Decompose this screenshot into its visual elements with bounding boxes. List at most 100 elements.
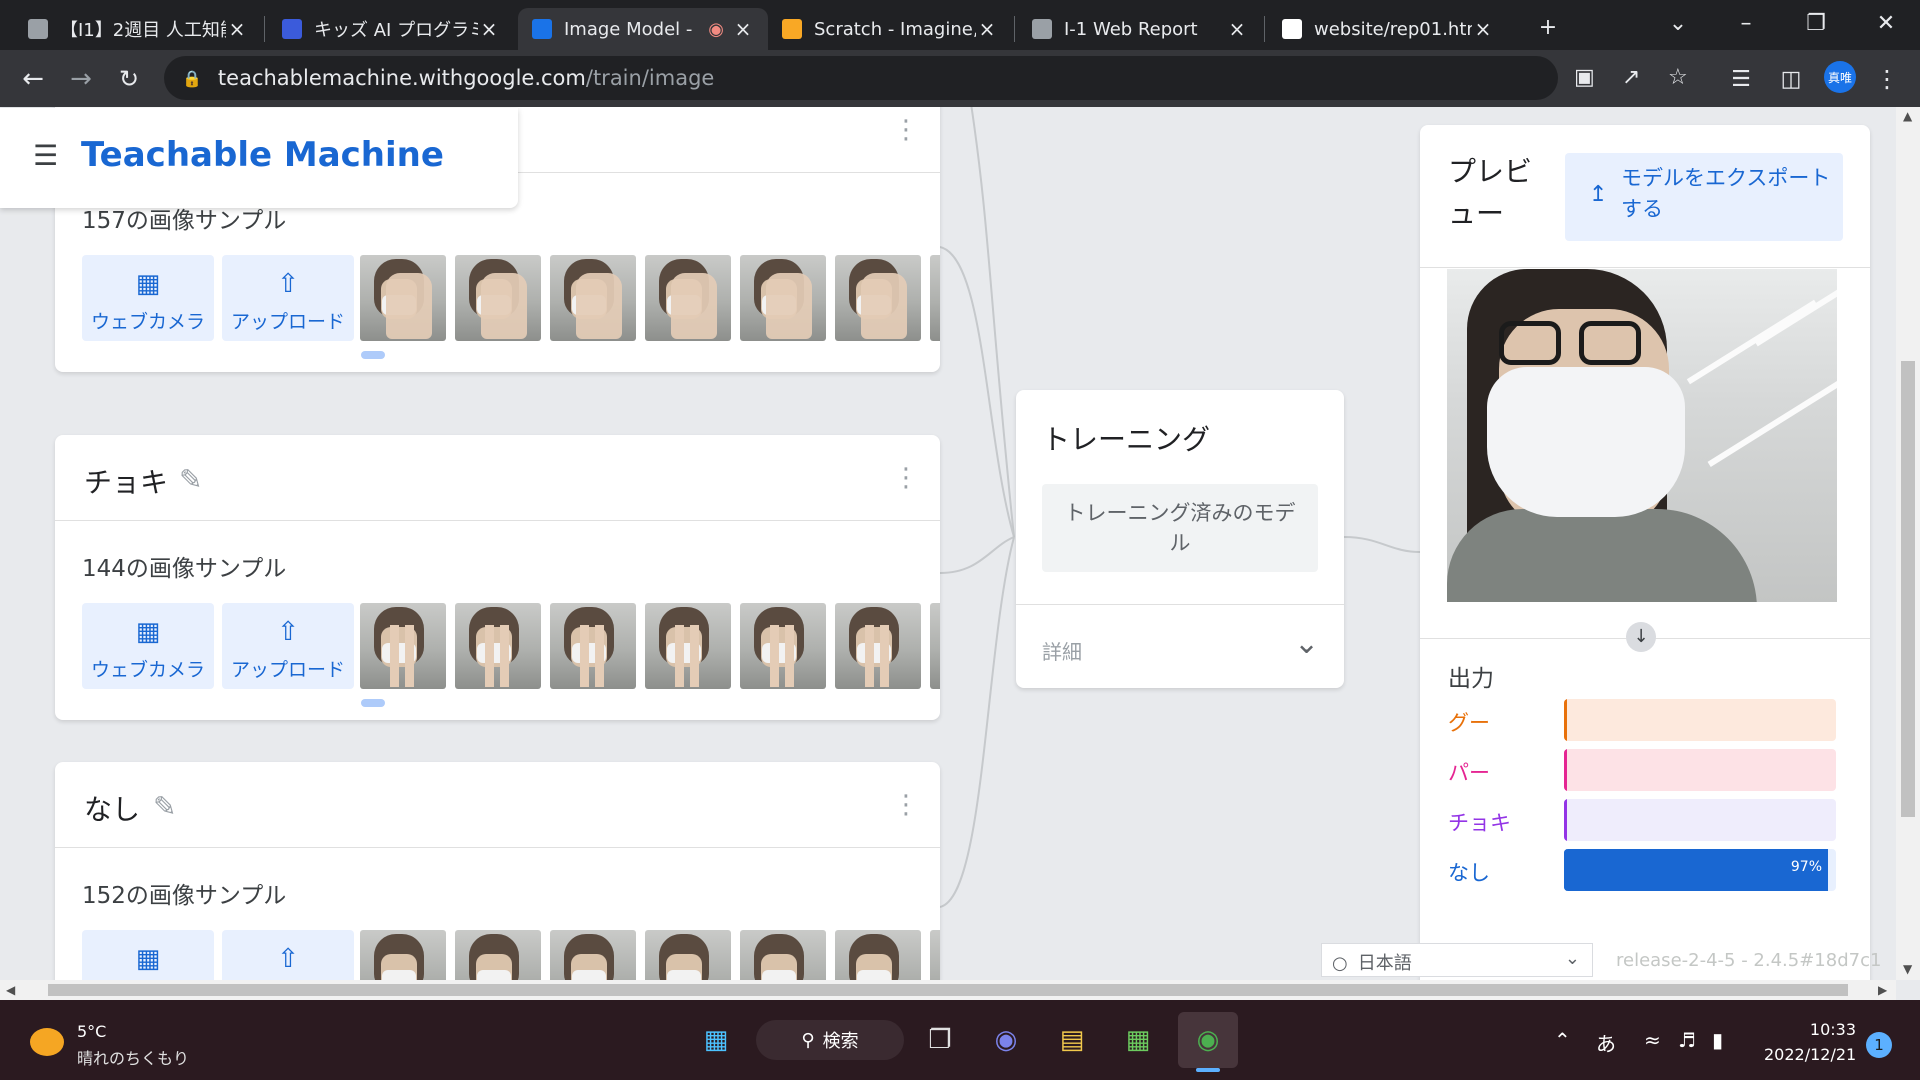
edit-pencil-icon[interactable]: ✎ — [153, 790, 176, 823]
close-tab-icon[interactable]: × — [1226, 17, 1248, 41]
sample-thumbnail[interactable] — [550, 603, 636, 689]
sample-thumbnail[interactable] — [740, 255, 826, 341]
scroll-up-icon[interactable]: ▲ — [1903, 109, 1912, 123]
close-tab-icon[interactable]: × — [226, 17, 248, 41]
forward-icon[interactable]: → — [62, 60, 100, 98]
back-icon[interactable]: ← — [14, 60, 52, 98]
webcam-label: ウェブカメラ — [90, 311, 205, 333]
class-menu-icon[interactable]: ⋮ — [893, 115, 919, 145]
details-label[interactable]: 詳細 — [1042, 636, 1082, 665]
browser-tab[interactable]: キッズ AI プログラミング× — [268, 8, 514, 50]
thumbnail-scroll-indicator[interactable] — [361, 351, 385, 359]
share-icon[interactable]: ↗ — [1622, 65, 1640, 90]
notification-badge[interactable]: 1 — [1866, 1032, 1892, 1058]
side-panel-icon[interactable]: ◫ — [1772, 60, 1810, 98]
chevron-up-icon[interactable]: ⌃ — [1554, 1028, 1571, 1052]
training-title: トレーニング — [1042, 423, 1211, 456]
sample-thumbnail[interactable] — [645, 255, 731, 341]
window-close-icon[interactable]: ✕ — [1856, 0, 1916, 46]
clock-date[interactable]: 2022/12/21 — [1764, 1045, 1856, 1064]
upload-arrow-icon: ↥ — [1589, 182, 1608, 207]
close-tab-icon[interactable]: × — [732, 17, 754, 41]
weather-temperature[interactable]: 5°C — [77, 1022, 106, 1041]
app-title[interactable]: Teachable Machine — [81, 135, 444, 175]
store-icon[interactable]: ▦ — [1116, 1018, 1160, 1062]
sample-thumbnail[interactable] — [835, 603, 921, 689]
restore-icon[interactable]: ❐ — [1786, 0, 1846, 46]
webcam-button[interactable]: ▦ ウェブカメラ — [82, 603, 214, 689]
export-label: モデルをエクスポートする — [1621, 166, 1831, 221]
sample-thumbnails[interactable] — [360, 255, 940, 341]
sample-thumbnail[interactable] — [360, 255, 446, 341]
close-tab-icon[interactable]: × — [976, 17, 998, 41]
class-menu-icon[interactable]: ⋮ — [893, 463, 919, 493]
upload-button[interactable]: ⇧ アップロード — [222, 603, 354, 689]
confidence-bar — [1564, 799, 1836, 841]
bookmark-star-icon[interactable]: ☆ — [1668, 65, 1688, 90]
hamburger-menu-icon[interactable]: ☰ — [33, 142, 58, 170]
task-view-icon[interactable]: ❐ — [918, 1018, 962, 1062]
browser-tab[interactable]: I-1 Web Report × — [1018, 8, 1262, 50]
file-explorer-icon[interactable]: ▤ — [1050, 1018, 1094, 1062]
address-bar[interactable]: 🔒 teachablemachine.withgoogle.com/train/… — [164, 56, 1688, 100]
chrome-icon[interactable]: ◉ — [1186, 1018, 1230, 1062]
new-tab-icon[interactable]: + — [1518, 4, 1578, 50]
edit-pencil-icon[interactable]: ✎ — [179, 463, 202, 496]
sample-thumbnail[interactable] — [645, 603, 731, 689]
chevron-down-icon[interactable]: ⌄ — [1294, 626, 1319, 661]
teams-chat-icon[interactable]: ◉ — [984, 1018, 1028, 1062]
scrollbar-thumb[interactable] — [1901, 361, 1915, 817]
class-menu-icon[interactable]: ⋮ — [893, 790, 919, 820]
chevron-down-icon: ⌄ — [1564, 948, 1580, 969]
battery-icon[interactable]: ▮ — [1712, 1028, 1723, 1052]
sample-thumbnail[interactable] — [360, 603, 446, 689]
horizontal-scrollbar[interactable]: ◀ ▶ — [0, 980, 1896, 1000]
tab-search-icon[interactable]: ⌄ — [1648, 0, 1708, 46]
media-control-icon[interactable]: ☰ — [1722, 60, 1760, 98]
language-select[interactable]: ○ 日本語 ⌄ — [1321, 943, 1593, 977]
scrollbar-thumb[interactable] — [48, 984, 1848, 996]
start-icon[interactable]: ▦ — [694, 1018, 738, 1062]
ime-indicator[interactable]: あ — [1596, 1028, 1616, 1057]
close-tab-icon[interactable]: × — [1472, 17, 1494, 41]
sample-thumbnail[interactable] — [835, 255, 921, 341]
browser-tab[interactable]: 【I1】2週目 人工知能 × — [14, 8, 262, 50]
weather-icon[interactable] — [30, 1028, 64, 1056]
minimize-icon[interactable]: – — [1716, 0, 1776, 46]
video-camera-icon: ▦ — [135, 944, 161, 974]
scroll-left-icon[interactable]: ◀ — [6, 983, 15, 997]
upload-button[interactable]: ⇧ アップロード — [222, 255, 354, 341]
sample-thumbnail[interactable] — [930, 255, 940, 341]
train-model-button[interactable]: トレーニング済みのモデル — [1042, 484, 1318, 572]
wifi-icon[interactable]: ≈ — [1644, 1028, 1661, 1052]
sample-thumbnails[interactable] — [360, 603, 940, 689]
arrow-down-icon[interactable]: ↓ — [1626, 622, 1656, 652]
volume-icon[interactable]: ♬ — [1678, 1028, 1696, 1052]
weather-description[interactable]: 晴れのちくもり — [77, 1045, 189, 1069]
export-model-button[interactable]: ↥ モデルをエクスポートする — [1565, 153, 1843, 241]
scroll-down-icon[interactable]: ▼ — [1903, 962, 1912, 976]
class-name[interactable]: チョキ — [84, 461, 168, 501]
sample-thumbnail[interactable] — [740, 603, 826, 689]
sample-thumbnail[interactable] — [550, 255, 636, 341]
sample-thumbnail[interactable] — [455, 603, 541, 689]
profile-avatar[interactable]: 真唯 — [1824, 61, 1856, 93]
browser-tab[interactable]: Scratch - Imagine, P× — [768, 8, 1012, 50]
webcam-button[interactable]: ▦ ウェブカメラ — [82, 255, 214, 341]
sample-thumbnail[interactable] — [455, 255, 541, 341]
vertical-scrollbar[interactable]: ▲ ▼ — [1896, 107, 1920, 980]
taskbar-search[interactable]: ⚲ 検索 — [756, 1020, 904, 1060]
camera-icon[interactable]: ▣ — [1574, 65, 1595, 90]
video-camera-icon: ▦ — [135, 269, 161, 299]
class-name[interactable]: なし — [84, 788, 140, 828]
browser-tab[interactable]: website/rep01.html × — [1268, 8, 1508, 50]
chrome-menu-icon[interactable]: ⋮ — [1868, 60, 1906, 98]
scroll-right-icon[interactable]: ▶ — [1878, 983, 1887, 997]
output-label: チョキ — [1448, 811, 1511, 835]
close-tab-icon[interactable]: × — [478, 17, 500, 41]
thumbnail-scroll-indicator[interactable] — [361, 699, 385, 707]
clock-time[interactable]: 10:33 — [1780, 1020, 1856, 1039]
sample-thumbnail[interactable] — [930, 603, 940, 689]
reload-icon[interactable]: ↻ — [110, 60, 148, 98]
browser-tab[interactable]: Image Model - ◉ × — [518, 8, 768, 50]
